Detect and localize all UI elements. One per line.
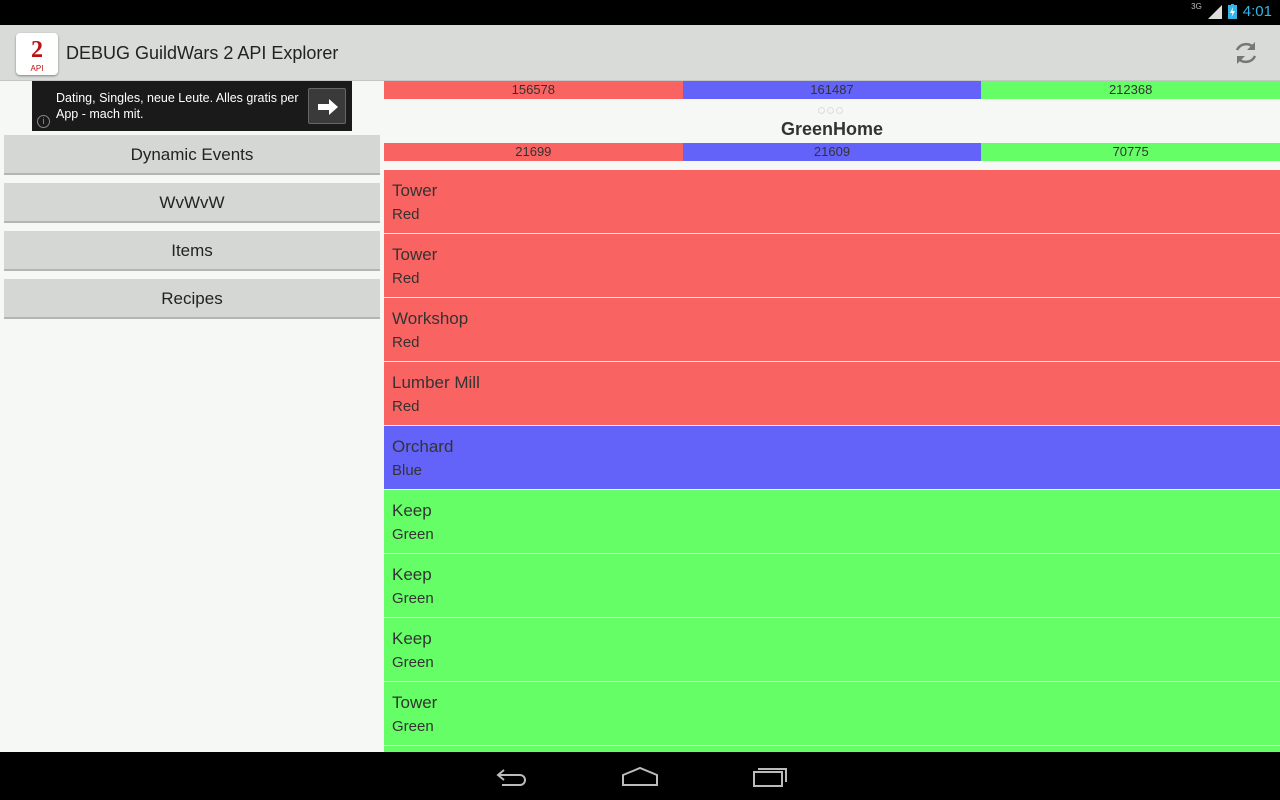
objective-name: Tower [392,181,438,200]
page-dot [836,107,843,114]
info-icon[interactable]: i [37,115,50,128]
wvw-panel: 156578 161487 212368 GreenHome 21699 216… [384,81,1280,752]
objective-item[interactable]: Orchard Blue [384,426,1280,490]
action-bar: 2 API DEBUG GuildWars 2 API Explorer [0,25,1280,81]
objective-item[interactable]: Tower Red [384,234,1280,298]
app-icon[interactable]: 2 API [16,33,58,75]
objective-list[interactable]: Tower Red Tower Red Workshop Red Lumber … [384,170,1280,752]
refresh-icon[interactable] [1232,39,1260,67]
objective-name: Tower [392,245,438,264]
system-nav-bar [0,752,1280,800]
total-score-bar: 156578 161487 212368 [384,81,1280,99]
objective-name: Keep [392,501,432,520]
objective-name: Tower [392,693,438,712]
battery-icon [1227,4,1237,19]
home-icon[interactable] [622,764,658,788]
status-bar: 3G 4:01 [0,0,1280,25]
objective-item[interactable]: Workshop Red [384,298,1280,362]
arrow-right-icon [318,99,338,115]
map-title: GreenHome [780,119,884,139]
menu-dynamic-events-button[interactable]: Dynamic Events [4,135,380,175]
objective-name: Lumber Mill [392,373,480,392]
content-area: Dating, Singles, neue Leute. Alles grati… [0,81,1280,752]
svg-text:2: 2 [31,37,43,63]
objective-name: Workshop [392,309,469,328]
map-score-blue: 21609 [682,143,982,161]
objective-item[interactable]: Tower Red [384,170,1280,234]
recents-icon[interactable] [752,764,788,788]
objective-owner: Red [392,398,420,415]
objective-owner: Green [392,590,434,607]
total-score-red: 156578 [384,81,683,99]
objective-name: Keep [392,629,432,648]
total-score-blue: 161487 [682,81,982,99]
objective-owner: Green [392,718,434,735]
map-score-bar: 21699 21609 70775 [384,143,1280,161]
objective-item[interactable]: Keep Green [384,554,1280,618]
objective-owner: Green [392,526,434,543]
signal-icon [1207,4,1222,19]
objective-item[interactable]: Tower Green [384,682,1280,746]
objective-owner: Red [392,206,420,223]
menu-items-button[interactable]: Items [4,231,380,271]
map-score-green: 70775 [981,143,1280,161]
objective-item[interactable]: Keep Green [384,490,1280,554]
objective-name: Orchard [392,437,454,456]
objective-owner: Green [392,654,434,671]
objective-item[interactable]: Lumber Mill Red [384,362,1280,426]
menu-recipes-button[interactable]: Recipes [4,279,380,319]
page-dot [818,107,825,114]
objective-item[interactable]: Keep Green [384,618,1280,682]
ad-text: Dating, Singles, neue Leute. Alles grati… [56,91,299,121]
total-score-green: 212368 [981,81,1280,99]
app-title: DEBUG GuildWars 2 API Explorer [66,43,339,63]
page-dot [827,107,834,114]
ad-banner[interactable]: Dating, Singles, neue Leute. Alles grati… [32,81,352,131]
app-icon-label: API [31,64,44,73]
objective-owner: Red [392,334,420,351]
clock: 4:01 [1242,3,1272,20]
objective-owner: Blue [392,462,423,479]
network-type: 3G [1191,2,1202,11]
ad-arrow-button[interactable] [308,88,346,124]
objective-owner: Red [392,270,420,287]
page-indicator [818,107,843,114]
back-icon[interactable] [494,764,530,788]
objective-name: Keep [392,565,432,584]
map-score-red: 21699 [384,143,683,161]
menu-wvwvw-button[interactable]: WvWvW [4,183,380,223]
sidebar: Dating, Singles, neue Leute. Alles grati… [0,81,384,752]
